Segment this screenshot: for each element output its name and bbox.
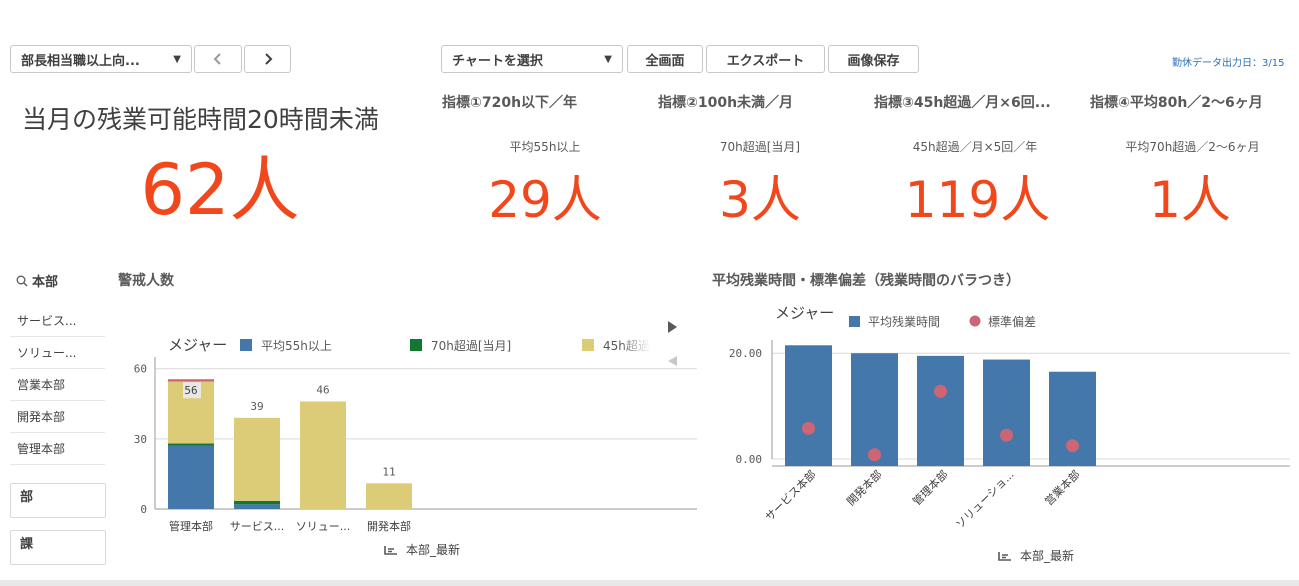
y-tick-label: 20.00: [729, 347, 762, 360]
bar-segment: [366, 483, 412, 509]
bu-filter[interactable]: 部: [10, 483, 106, 518]
kpi4-subtitle: 平均70h超過／2～6ヶ月: [1125, 140, 1260, 154]
kpi1-value: 29人: [488, 171, 602, 229]
bottom-scrollbar[interactable]: [0, 580, 1299, 586]
x-category-label: サービス本部: [762, 467, 819, 524]
filter-item-admin[interactable]: 管理本部: [10, 434, 105, 465]
kpi2-subtitle: 70h超過[当月]: [719, 140, 801, 154]
x-category-label: 管理本部: [169, 519, 213, 533]
x-category-label: 開発本部: [844, 467, 885, 508]
avg-overtime-title: 平均残業時間・標準偏差（残業時間のバラつき）: [712, 273, 1020, 289]
kpi4-title: 指標④平均80h／2～6ヶ月: [1090, 95, 1263, 111]
bar-segment: [168, 445, 214, 509]
legend-swatch: [410, 339, 422, 351]
main-kpi-title: 当月の残業可能時間20時間未満: [22, 105, 379, 134]
alert-count-title: 警戒人数: [118, 273, 174, 289]
fullscreen-button[interactable]: 全画面: [627, 45, 703, 73]
legend-swatch: [240, 339, 252, 351]
left-chart-dimension-label: 本部_最新: [406, 543, 461, 557]
kpi4-value: 1人: [1149, 171, 1231, 229]
legend-swatch: [849, 316, 860, 327]
bar-segment: [234, 417, 280, 501]
left-chart-dimension[interactable]: 本部_最新: [384, 541, 460, 558]
std-dev-point: [934, 384, 947, 398]
legend-label: 70h超過[当月]: [431, 338, 511, 353]
bar-segment: [168, 379, 214, 382]
filter-item-dev[interactable]: 開発本部: [10, 402, 105, 433]
main-kpi-value: 62人: [140, 149, 300, 231]
x-category-label: サービス...: [230, 520, 285, 533]
legend-label: 平均55h以上: [261, 339, 332, 353]
chevron-right-icon: [264, 53, 272, 65]
kpi1-title: 指標①720h以下／年: [442, 95, 578, 111]
ka-filter[interactable]: 課: [10, 530, 106, 565]
filter-item-solution[interactable]: ソリュー...: [10, 338, 105, 369]
dimension-icon: [998, 551, 1011, 561]
bar-total-label: 56: [184, 384, 197, 397]
x-category-label: ソリューショ...: [953, 468, 1016, 531]
honbu-filter-label: 本部: [32, 275, 59, 290]
sheet-select-value: 部長相当職以上向...: [21, 53, 140, 69]
y-tick-label: 60: [134, 363, 147, 376]
save-image-button[interactable]: 画像保存: [828, 45, 919, 73]
kpi3-value: 119人: [904, 171, 1051, 229]
legend-title: メジャー: [168, 336, 227, 354]
next-sheet-button[interactable]: [244, 45, 291, 73]
kpi3-title: 指標③45h超過／月×6回...: [874, 95, 1051, 111]
y-tick-label: 0: [140, 503, 147, 516]
legend-fade: [620, 336, 650, 356]
std-dev-point: [868, 448, 881, 462]
bar: [983, 359, 1030, 466]
legend-label: 平均残業時間: [868, 315, 940, 329]
x-category-label: 開発本部: [367, 519, 411, 533]
sheet-select[interactable]: 部長相当職以上向... ▼: [10, 45, 192, 73]
right-chart-dimension[interactable]: 本部_最新: [998, 547, 1074, 564]
legend-swatch: [582, 339, 594, 351]
kpi1-subtitle: 平均55h以上: [509, 140, 581, 154]
dimension-icon: [384, 545, 397, 555]
chart-select-value: チャートを選択: [452, 53, 543, 69]
y-tick-label: 0.00: [736, 453, 763, 466]
prev-sheet-button[interactable]: [194, 45, 242, 73]
std-dev-point: [802, 421, 815, 435]
alert-count-chart[interactable]: メジャー平均55h以上70h超過[当月]45h超過0306056管理本部39サー…: [110, 300, 700, 565]
x-category-label: 管理本部: [910, 467, 951, 508]
legend-swatch: [969, 315, 981, 327]
bar-total-label: 39: [250, 400, 263, 413]
export-button[interactable]: エクスポート: [706, 45, 825, 73]
data-output-date: 勤休データ出力日：3/15: [1172, 58, 1285, 69]
bar-segment: [168, 443, 214, 446]
legend-prev-icon: [668, 356, 677, 366]
filter-item-sales[interactable]: 営業本部: [10, 370, 105, 401]
legend-next-icon: [668, 321, 677, 333]
bar: [785, 345, 832, 466]
dropdown-caret-icon: ▼: [604, 53, 612, 65]
kpi3-subtitle: 45h超過／月×5回／年: [912, 140, 1038, 154]
legend-label: 標準偏差: [988, 314, 1036, 329]
search-icon: [16, 275, 28, 286]
y-tick-label: 30: [134, 433, 147, 446]
avg-overtime-chart[interactable]: メジャー平均残業時間 標準偏差 0.00 20.00 サービス本部 開発本部 管理本部 ソリュ…: [700, 295, 1295, 545]
std-dev-point: [1066, 439, 1079, 453]
std-dev-point: [1000, 428, 1013, 442]
legend-title: メジャー: [775, 304, 834, 322]
honbu-filter-header[interactable]: 本部: [16, 271, 58, 290]
right-chart-dimension-label: 本部_最新: [1020, 549, 1075, 563]
bar-total-label: 46: [316, 383, 329, 396]
bar-segment: [234, 500, 280, 505]
chart-select[interactable]: チャートを選択 ▼: [441, 45, 623, 73]
chevron-left-icon: [213, 53, 221, 65]
kpi2-title: 指標②100h未満／月: [658, 95, 794, 111]
bar-total-label: 11: [382, 465, 395, 478]
bar-segment: [234, 504, 280, 509]
filter-item-service[interactable]: サービス...: [10, 306, 105, 337]
x-category-label: ソリュー...: [296, 520, 351, 533]
kpi2-value: 3人: [719, 171, 801, 229]
bar: [917, 355, 964, 466]
bar-segment: [300, 401, 346, 509]
dropdown-caret-icon: ▼: [173, 53, 181, 65]
x-category-label: 営業本部: [1042, 467, 1083, 508]
